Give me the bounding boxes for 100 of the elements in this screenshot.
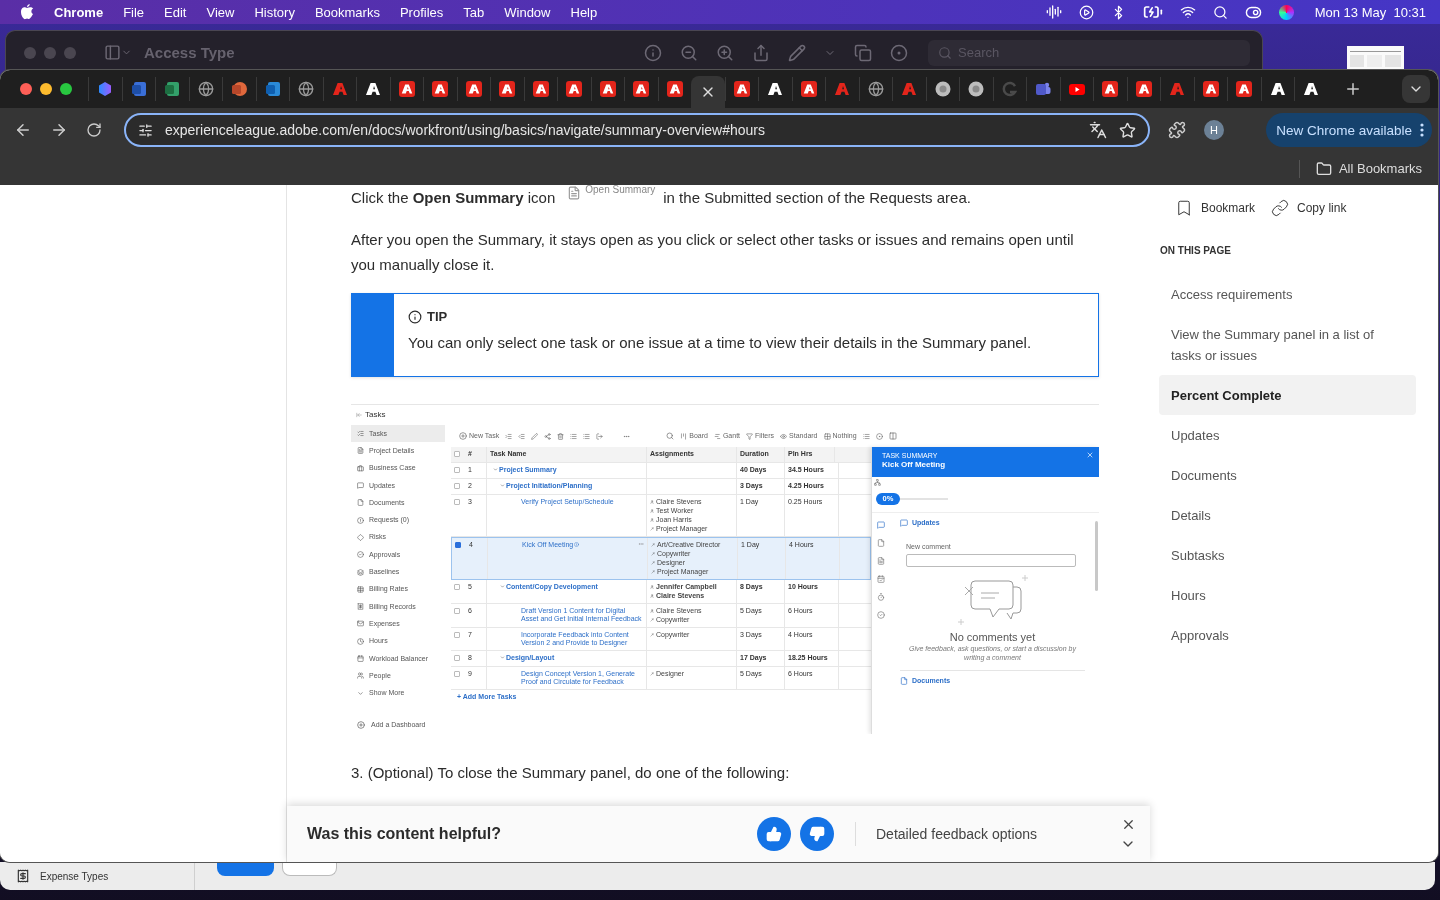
menu-item[interactable]: File: [123, 4, 145, 20]
arrow-icon: [650, 527, 654, 531]
sidebar-icon[interactable]: [104, 44, 121, 61]
menu-item[interactable]: Profiles: [399, 4, 444, 20]
toc-link[interactable]: Approvals: [1159, 615, 1416, 655]
tip-label: TIP: [408, 309, 1032, 324]
indent-icon[interactable]: [505, 432, 513, 440]
info-icon[interactable]: [644, 43, 662, 62]
minimize-window-control[interactable]: [40, 83, 52, 95]
markup-icon[interactable]: [890, 43, 908, 62]
search-icon[interactable]: [1212, 4, 1228, 20]
hierarchy-icon[interactable]: [874, 479, 881, 486]
panel-icon[interactable]: [888, 432, 897, 440]
play-icon[interactable]: [1078, 4, 1094, 20]
forward-icon[interactable]: [50, 121, 68, 139]
clock[interactable]: Mon 13 May 10:31: [1314, 4, 1426, 20]
toc-link[interactable]: Subtasks: [1159, 535, 1416, 575]
toc-link[interactable]: Access requirements: [1159, 274, 1416, 314]
list-icon[interactable]: [862, 432, 870, 440]
zoom-in-icon[interactable]: [716, 43, 734, 62]
all-bookmarks-button[interactable]: All Bookmarks: [1315, 160, 1422, 177]
address-bar[interactable]: experienceleague.adobe.com/en/docs/workfront/using/basics/navigate/summary-overview#hours: [124, 113, 1150, 147]
toc-link[interactable]: Hours: [1159, 575, 1416, 615]
star-icon[interactable]: [1119, 121, 1136, 139]
zoom-window-control[interactable]: [60, 83, 72, 95]
feedback-options-link[interactable]: Detailed feedback options: [876, 826, 1038, 842]
toc-link[interactable]: Updates: [1159, 415, 1416, 455]
menu-item[interactable]: History: [254, 4, 295, 20]
row-checkbox[interactable]: [454, 584, 460, 590]
open-summary-image: Open Summary: [567, 186, 656, 208]
check-circle-icon[interactable]: [877, 611, 885, 619]
audio-icon[interactable]: [1045, 4, 1062, 20]
row-checkbox[interactable]: [454, 632, 460, 638]
row-checkbox[interactable]: [454, 655, 460, 661]
toc-link[interactable]: Details: [1159, 495, 1416, 535]
siri-icon[interactable]: [1278, 4, 1294, 20]
menu-item[interactable]: Tab: [463, 4, 485, 20]
reload-icon[interactable]: [86, 122, 102, 138]
more-icon: [1420, 123, 1424, 137]
person-icon: [650, 509, 654, 513]
nav-icon: [357, 585, 364, 593]
menu-item[interactable]: Help: [570, 4, 598, 20]
translate-icon[interactable]: [1089, 121, 1107, 139]
row-checkbox[interactable]: [454, 608, 460, 614]
row-checkbox[interactable]: [454, 499, 460, 505]
person-icon: [650, 609, 654, 613]
toc-link[interactable]: Percent Complete: [1159, 375, 1416, 415]
share-icon[interactable]: [752, 43, 770, 62]
adobe-favicon-icon: [1236, 81, 1253, 97]
hexagon-icon: [97, 81, 114, 97]
timer-icon[interactable]: [877, 593, 885, 601]
details-icon[interactable]: [877, 557, 885, 565]
select-all-checkbox[interactable]: [454, 451, 460, 457]
toc-link[interactable]: Documents: [1159, 455, 1416, 495]
thumbs-down-button[interactable]: [800, 817, 834, 851]
extensions-icon[interactable]: [1168, 121, 1186, 139]
toc-link[interactable]: View the Summary panel in a list of tasks or issues: [1159, 314, 1416, 375]
expense-icon: [16, 869, 30, 883]
apple-icon[interactable]: [20, 4, 34, 20]
site-settings-icon[interactable]: [138, 122, 153, 138]
menu-item[interactable]: View: [206, 4, 235, 20]
body-text: in the Submitted section of the Requests area.: [663, 188, 971, 206]
tab-search-button[interactable]: [1402, 75, 1430, 103]
profile-avatar[interactable]: H: [1204, 120, 1224, 140]
round-favicon-icon: [1001, 81, 1018, 97]
share-icon[interactable]: [544, 432, 552, 440]
zoom-out-icon[interactable]: [680, 43, 698, 62]
update-button[interactable]: New Chrome available: [1266, 113, 1432, 147]
body-paragraph: After you open the Summary, it stays open as you click or select other tasks or issues and remains open until you manually close it.: [351, 230, 1075, 275]
document-icon[interactable]: [877, 539, 885, 547]
people-icon: [1035, 81, 1052, 97]
outdent-icon[interactable]: [518, 432, 526, 440]
menu-item[interactable]: Window: [504, 4, 551, 20]
menu-item[interactable]: Chrome: [54, 4, 104, 20]
arrow-icon: [651, 561, 655, 565]
wifi-icon[interactable]: [1179, 4, 1196, 20]
bookmark-icon: [1175, 199, 1193, 217]
arrow-icon: [651, 543, 655, 547]
move-icon[interactable]: [596, 432, 604, 440]
menu-item[interactable]: Edit: [164, 4, 187, 20]
nav-icon: [357, 603, 364, 611]
pencil-icon[interactable]: [788, 43, 806, 62]
back-icon[interactable]: [14, 121, 32, 139]
comment-field[interactable]: [906, 554, 1076, 567]
list-icon[interactable]: [583, 432, 591, 440]
bookmark-link[interactable]: Bookmark: [1175, 199, 1256, 217]
sidebar-item[interactable]: Expense Types: [40, 870, 109, 882]
copy-link[interactable]: Copy link: [1271, 199, 1347, 217]
close-window-control[interactable]: [20, 83, 32, 95]
row-checkbox[interactable]: [454, 467, 460, 473]
row-checkbox[interactable]: [454, 671, 460, 677]
adobe-favicon-icon: [800, 81, 817, 97]
adobe-favicon-icon: [733, 81, 750, 97]
row-checkbox[interactable]: [455, 542, 461, 548]
list-icon[interactable]: [570, 432, 578, 440]
menu-item[interactable]: Bookmarks: [314, 4, 380, 20]
adobe-favicon-icon: [1202, 81, 1219, 97]
trash-icon[interactable]: [557, 432, 565, 440]
thumbs-up-button[interactable]: [757, 817, 791, 851]
row-checkbox[interactable]: [454, 483, 460, 489]
